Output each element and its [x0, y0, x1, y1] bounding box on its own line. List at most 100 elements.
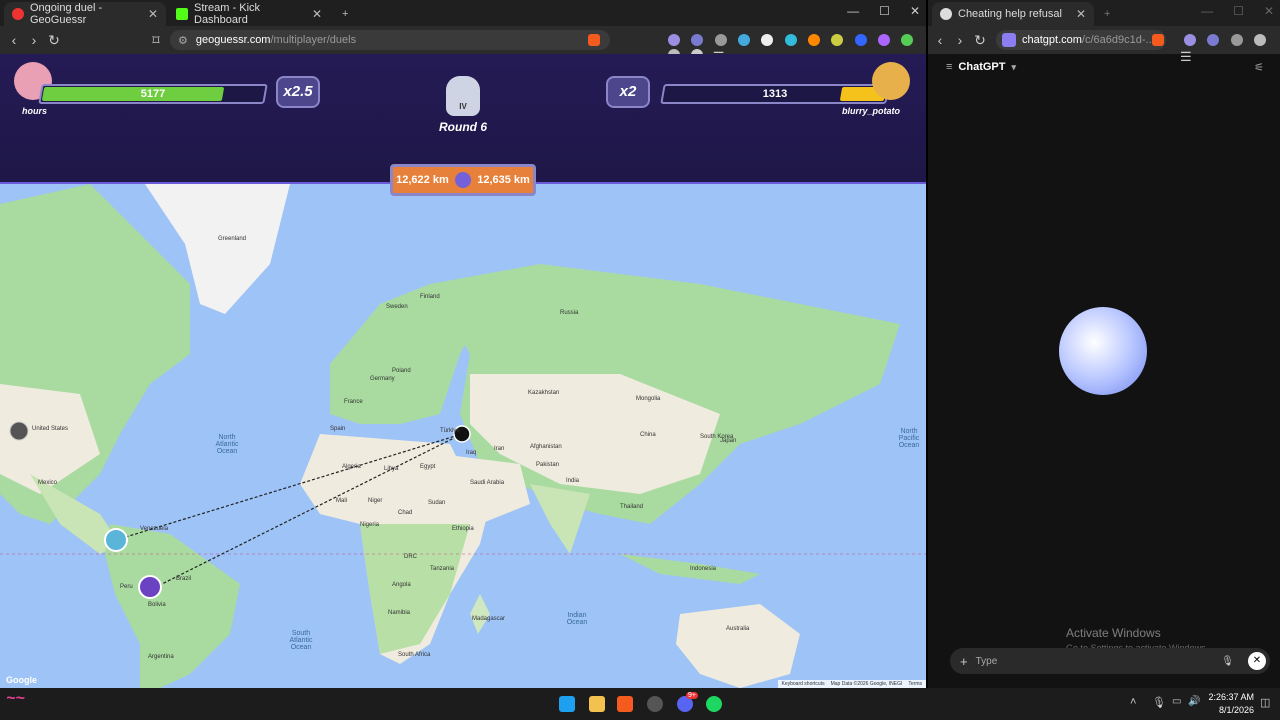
robot-face-icon — [454, 172, 471, 188]
volume-icon[interactable]: 🔊 — [1188, 696, 1200, 707]
tray-chevron-icon[interactable]: ˄ — [1130, 696, 1136, 708]
tab-chatgpt[interactable]: Cheating help refusal ✕ — [932, 2, 1094, 26]
mic-tray-icon[interactable]: 🎙 — [1152, 696, 1166, 709]
minimize-icon[interactable]: — — [1201, 4, 1213, 18]
extension-icon[interactable] — [1230, 34, 1243, 46]
reload-icon[interactable]: ↻ — [970, 32, 990, 49]
map-label: Germany — [370, 376, 395, 382]
extension-icon[interactable] — [761, 34, 774, 46]
voice-orb[interactable] — [1059, 307, 1147, 395]
map-label: Algeria — [342, 464, 361, 470]
terms-link[interactable]: Terms — [908, 681, 922, 687]
back-icon[interactable]: ‹ — [930, 32, 950, 48]
bookmark-icon[interactable]: ⌑ — [146, 32, 166, 49]
extension-icon[interactable] — [691, 34, 704, 46]
brave-shield-icon[interactable] — [1152, 34, 1164, 46]
back-icon[interactable]: ‹ — [4, 32, 24, 48]
address-bar[interactable]: chatgpt.com/c/6a6d9c1d-... — [996, 30, 1166, 50]
extension-icon[interactable] — [1184, 34, 1196, 46]
close-tab-icon[interactable]: ✕ — [312, 7, 322, 21]
app-title: ChatGPT — [958, 61, 1006, 73]
forward-icon[interactable]: › — [24, 32, 44, 48]
chat-input[interactable]: Type — [976, 656, 1222, 667]
extension-icon[interactable] — [1207, 34, 1220, 46]
close-tab-icon[interactable]: ✕ — [148, 7, 158, 21]
player-right-guess-pin[interactable] — [138, 575, 162, 599]
close-voice-icon[interactable]: ✕ — [1248, 652, 1266, 670]
chat-input-bar[interactable]: + Type 🎙 ✕ — [950, 648, 1270, 674]
map-label: Niger — [368, 498, 383, 504]
map-label: Türkiye — [440, 428, 460, 434]
window-controls: — ☐ ✕ — [847, 4, 920, 18]
tab-kick[interactable]: Stream - Kick Dashboard ✕ — [168, 2, 330, 26]
mic-permission-icon[interactable] — [1002, 33, 1016, 47]
extension-icon[interactable] — [854, 34, 867, 46]
player-left-multiplier: x2.5 — [276, 76, 320, 108]
chatgpt-app: ≡ ChatGPT ▾ ⚟ Activate Windows Go to Set… — [928, 54, 1280, 688]
forward-icon[interactable]: › — [950, 32, 970, 48]
map-label: Namibia — [388, 610, 411, 616]
extension-icon[interactable] — [668, 34, 680, 46]
player-right-score: 1313 — [762, 88, 788, 100]
compass-control-icon[interactable] — [9, 421, 29, 441]
window-controls: — ☐ ✕ — [1201, 4, 1274, 18]
extension-icon[interactable] — [784, 34, 797, 46]
keyboard-shortcuts-link[interactable]: Keyboard shortcuts — [782, 681, 825, 687]
tab-geoguessr[interactable]: Ongoing duel - GeoGuessr ✕ — [4, 2, 166, 26]
maximize-icon[interactable]: ☐ — [1233, 4, 1244, 18]
ocean-label: North Atlantic Ocean — [215, 434, 239, 455]
settings-sliders-icon[interactable]: ⚟ — [1254, 61, 1264, 74]
round-badge-icon: IV — [446, 76, 480, 116]
maximize-icon[interactable]: ☐ — [879, 4, 890, 18]
network-icon[interactable]: ▭ — [1172, 696, 1181, 707]
new-tab-button[interactable]: + — [1096, 2, 1116, 26]
sidebar-toggle-icon[interactable]: ≡ — [946, 61, 952, 73]
map-label: Egypt — [420, 464, 436, 470]
toolbar: ‹ › ↻ ⌑ ⚙ geoguessr.com/multiplayer/duel… — [0, 26, 926, 64]
new-tab-button[interactable]: + — [334, 2, 354, 26]
player-left-guess-pin[interactable] — [104, 528, 128, 552]
map-label: Indonesia — [690, 566, 717, 572]
map-label: Kazakhstan — [528, 390, 560, 396]
url-path: /c/6a6d9c1d-... — [1081, 34, 1155, 46]
windows-start-icon[interactable] — [559, 696, 575, 712]
minimize-icon[interactable]: — — [847, 4, 859, 18]
chatgpt-header[interactable]: ≡ ChatGPT ▾ — [946, 61, 1016, 73]
map-label: United States — [32, 426, 69, 432]
plus-icon[interactable]: + — [960, 654, 968, 669]
map-label: Spain — [330, 426, 346, 432]
map-label: Saudi Arabia — [470, 480, 505, 486]
close-window-icon[interactable]: ✕ — [910, 4, 920, 18]
close-window-icon[interactable]: ✕ — [1264, 4, 1274, 18]
reload-icon[interactable]: ↻ — [44, 32, 64, 49]
tab-strip: Ongoing duel - GeoGuessr ✕ Stream - Kick… — [0, 0, 926, 26]
distance-panel: 12,622 km 12,635 km — [390, 164, 536, 196]
puzzle-icon[interactable] — [1254, 34, 1267, 46]
close-tab-icon[interactable]: ✕ — [1076, 7, 1086, 21]
geoguessr-duel-screen: Greenland Sweden Finland Poland Germany … — [0, 54, 926, 688]
microphone-icon[interactable]: 🎙 — [1221, 656, 1234, 667]
extension-icon[interactable] — [901, 34, 914, 46]
brave-shield-icon[interactable] — [588, 34, 600, 46]
notification-badge: 9+ — [686, 692, 698, 699]
map-label: Afghanistan — [530, 444, 562, 450]
round-numeral: IV — [459, 102, 467, 111]
map-label: Ethiopia — [452, 526, 474, 532]
extension-icon[interactable] — [831, 34, 844, 46]
file-explorer-icon[interactable] — [589, 696, 605, 712]
chevron-down-icon: ▾ — [1011, 61, 1017, 72]
extension-icon[interactable] — [738, 34, 751, 46]
extension-icon[interactable] — [878, 34, 891, 46]
clock[interactable]: 2:26:37 AM 8/1/2026 — [1204, 691, 1254, 717]
address-bar[interactable]: ⚙ geoguessr.com/multiplayer/duels — [170, 30, 610, 50]
obs-icon[interactable] — [647, 696, 663, 712]
brave-browser-icon[interactable] — [617, 696, 633, 712]
site-info-icon[interactable]: ⚙ — [178, 34, 188, 47]
extension-icon[interactable] — [714, 34, 727, 46]
activate-windows-title: Activate Windows — [1066, 626, 1161, 640]
spotify-icon[interactable] — [706, 696, 722, 712]
notifications-icon[interactable]: ◫ — [1260, 696, 1270, 709]
map-label: Mali — [336, 498, 348, 504]
extension-icon[interactable] — [808, 34, 821, 46]
url-host: chatgpt.com — [1022, 34, 1082, 46]
